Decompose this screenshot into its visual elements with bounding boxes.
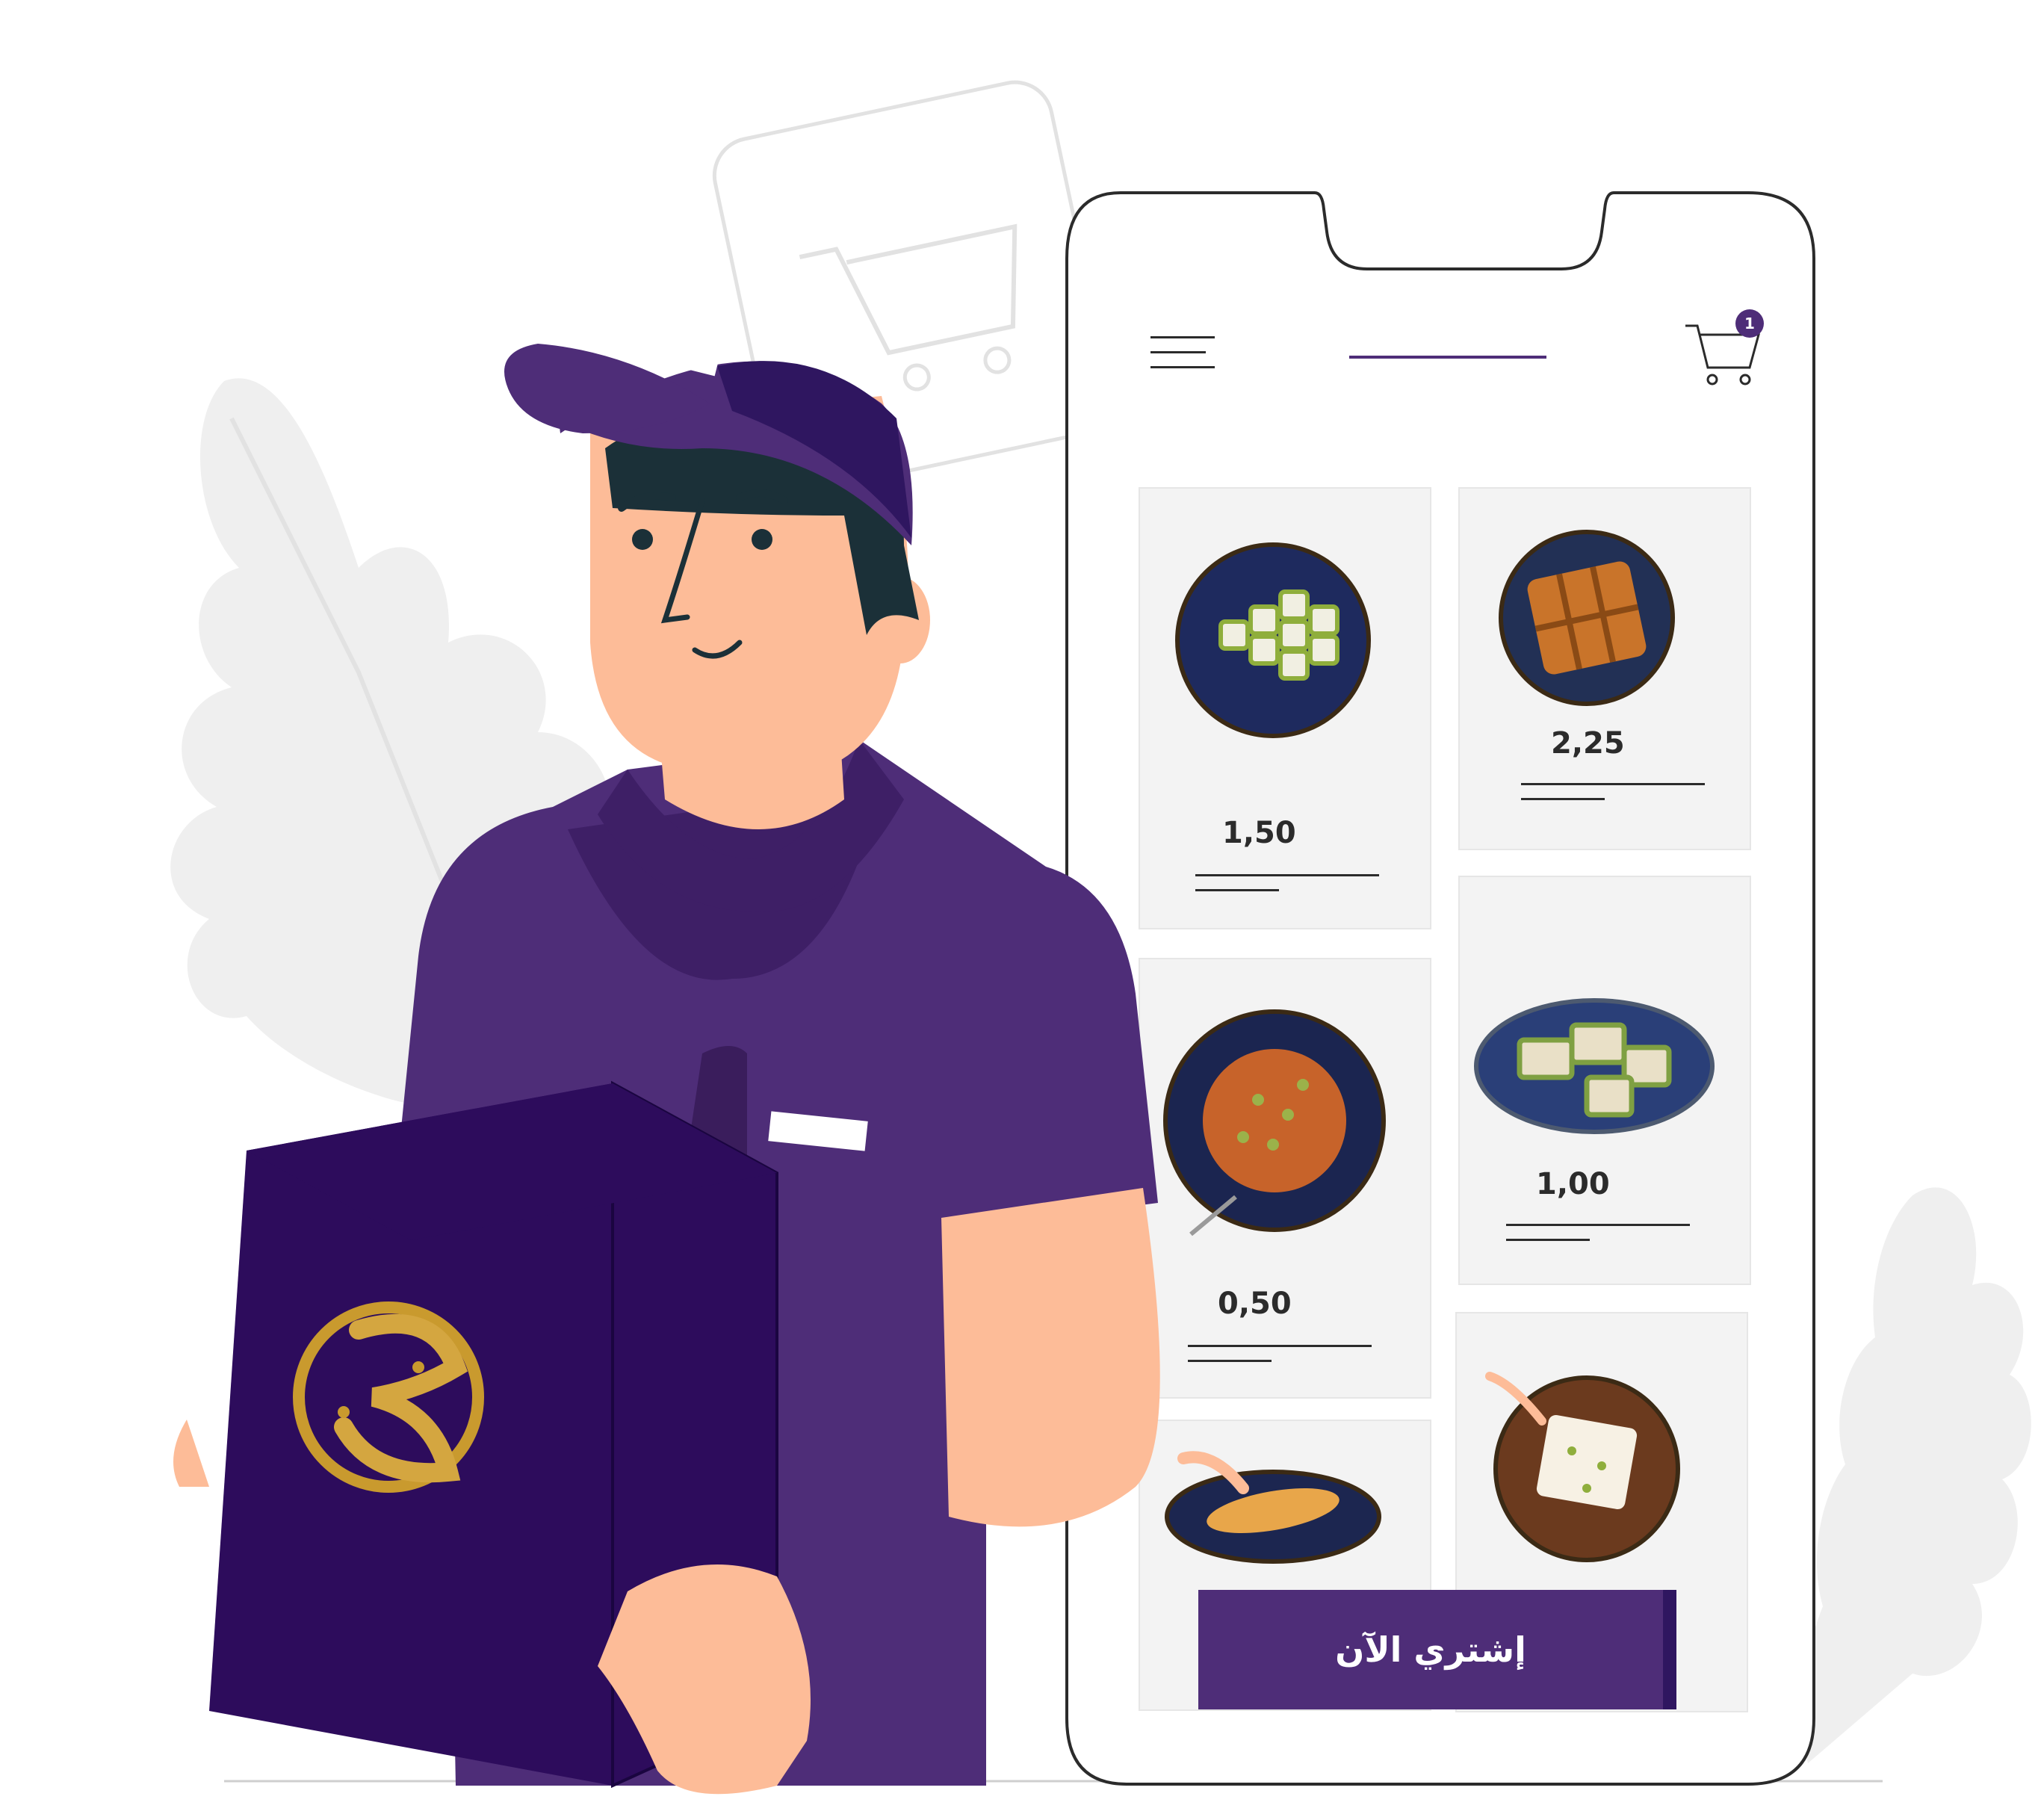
product-name-placeholder [1188, 1360, 1272, 1362]
product-price: 2,25 [1551, 726, 1625, 761]
product-name-placeholder [1521, 798, 1605, 800]
dessert-plate-3-image [1163, 1009, 1386, 1236]
product-price: 1,00 [1536, 1167, 1610, 1201]
product-name-placeholder [1506, 1224, 1690, 1226]
product-images [1163, 530, 1715, 1564]
dessert-plate-2-image [1499, 530, 1675, 706]
dessert-plate-1-image [1175, 542, 1371, 738]
header-title-placeholder [1349, 356, 1546, 359]
illustration: 1 1,50 2,25 0,50 1,00 إشتري الآن [0, 0, 2041, 1820]
buy-now-button[interactable]: إشتري الآن [1198, 1590, 1676, 1709]
product-name-placeholder [1188, 1345, 1372, 1347]
product-name-placeholder [1195, 889, 1279, 891]
leaf-right-decor [1801, 1187, 2031, 1763]
product-name-placeholder [1506, 1239, 1590, 1241]
cart-count-badge: 1 [1735, 309, 1764, 338]
dessert-plate-6-image [1485, 1372, 1680, 1562]
product-name-placeholder [1195, 874, 1379, 876]
product-price: 1,50 [1222, 816, 1296, 850]
product-price: 0,50 [1218, 1287, 1292, 1321]
dessert-plate-5-image [1165, 1451, 1381, 1564]
delivery-man-figure [173, 344, 1160, 1795]
product-name-placeholder [1521, 783, 1705, 785]
dessert-plate-4-image [1474, 998, 1715, 1134]
